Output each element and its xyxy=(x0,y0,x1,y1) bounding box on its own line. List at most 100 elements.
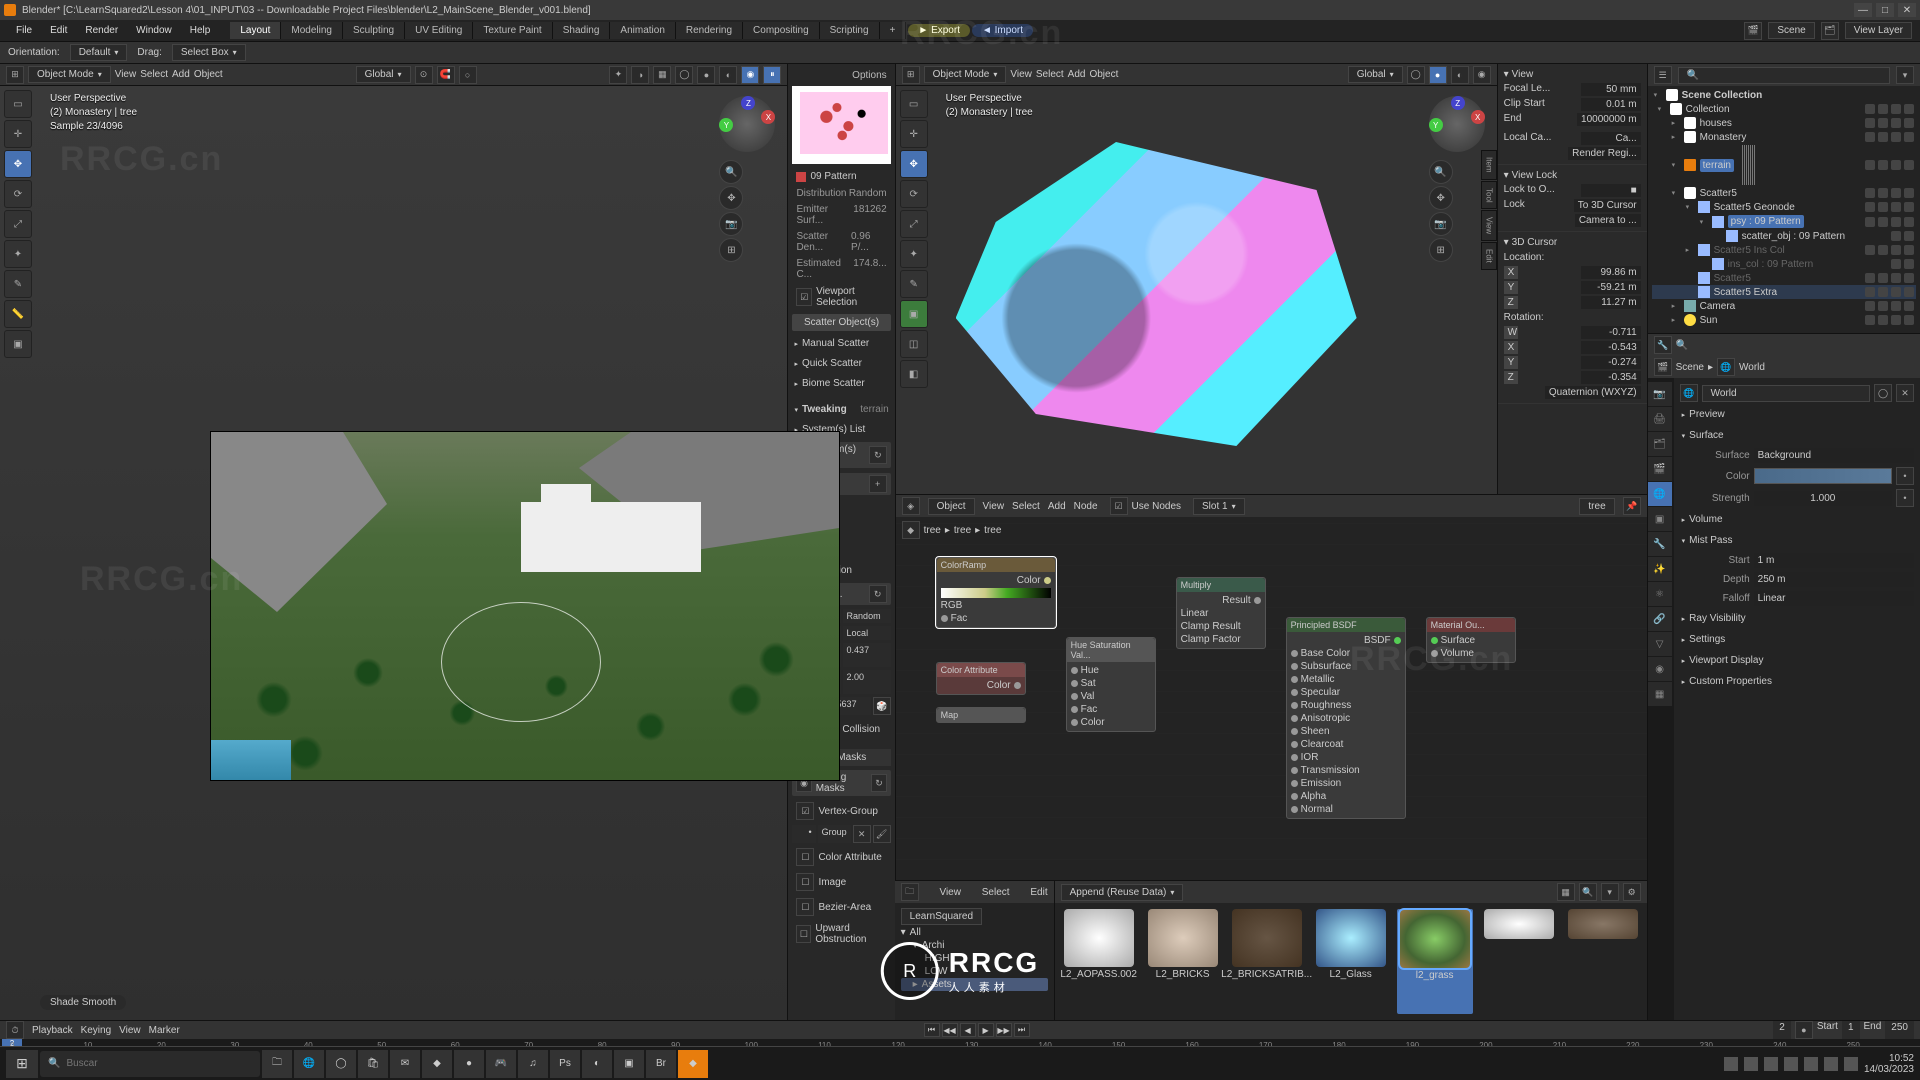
propedit-icon[interactable]: ○ xyxy=(459,66,477,84)
ab-menu-view[interactable]: View xyxy=(939,887,961,898)
nav-camera-r-icon[interactable]: 📷 xyxy=(1429,212,1453,236)
manual-scatter[interactable]: Manual Scatter xyxy=(802,338,869,349)
tray-icon[interactable] xyxy=(1744,1057,1758,1071)
psy-add-icon[interactable]: + xyxy=(869,475,887,493)
path-item-0[interactable]: tree xyxy=(924,525,941,536)
shading-matprev-r-icon[interactable]: ◐ xyxy=(1451,66,1469,84)
world-new-icon[interactable]: ◯ xyxy=(1874,384,1892,402)
scene-collection[interactable]: Scene Collection xyxy=(1682,90,1763,101)
world-mistpass[interactable]: Mist Pass xyxy=(1689,535,1732,546)
tool-scale-icon[interactable]: ⤢ xyxy=(4,210,32,238)
ptab-constraint-icon[interactable]: 🔗 xyxy=(1648,607,1672,631)
workspace-modeling[interactable]: Modeling xyxy=(281,22,343,39)
tray-icon[interactable] xyxy=(1724,1057,1738,1071)
axis-y-icon[interactable]: Y xyxy=(719,118,733,132)
ptab-physics-icon[interactable]: ⚛ xyxy=(1648,582,1672,606)
lockto-value[interactable]: ■ xyxy=(1581,184,1641,197)
outliner-row[interactable]: ▸Camera xyxy=(1652,299,1916,313)
systems-recount-icon[interactable]: ↻ xyxy=(869,446,886,464)
outliner-editor-icon[interactable]: ☰ xyxy=(1654,66,1672,84)
app-spotify-icon[interactable]: ♫ xyxy=(518,1050,548,1078)
scatter-objects-button[interactable]: Scatter Object(s) xyxy=(792,314,890,331)
ptab-viewlayer-icon[interactable]: 🗂 xyxy=(1648,432,1672,456)
localcam-value[interactable]: Ca... xyxy=(1581,132,1641,145)
world-custom[interactable]: Custom Properties xyxy=(1689,676,1772,687)
overlay-toggle-icon[interactable]: ◑ xyxy=(631,66,649,84)
upward-toggle[interactable]: ☐ xyxy=(796,925,811,943)
tool-move-r-icon[interactable]: ✥ xyxy=(900,150,928,178)
ab-filter-icon[interactable]: ▾ xyxy=(1601,883,1619,901)
asset-item[interactable]: L2_AOPASS.002 xyxy=(1061,909,1137,1014)
node-bsdf[interactable]: Principled BSDF BSDF Base Color Subsurfa… xyxy=(1286,617,1406,819)
focal-value[interactable]: 50 mm xyxy=(1581,83,1641,96)
tl-jump-start-icon[interactable]: ⏮ xyxy=(924,1023,940,1037)
asset-item[interactable]: L2_BRICKSATRIB... xyxy=(1229,909,1305,1014)
taskbar-search[interactable]: 🔍 xyxy=(40,1051,260,1077)
world-name[interactable]: World xyxy=(1702,385,1870,402)
app-mail-icon[interactable]: ✉ xyxy=(390,1050,420,1078)
transform-orient-right[interactable]: Global▾ xyxy=(1348,66,1403,83)
ntab-tool[interactable]: Tool xyxy=(1481,181,1497,210)
tweaking-header[interactable]: Tweaking xyxy=(802,404,847,415)
app-edge-icon[interactable]: 🌐 xyxy=(294,1050,324,1078)
outliner-search[interactable]: 🔍 xyxy=(1678,67,1890,84)
ptab-data-icon[interactable]: ▽ xyxy=(1648,632,1672,656)
world-datablock-icon[interactable]: 🌐 xyxy=(1680,384,1698,402)
tl-prev-key-icon[interactable]: ◀◀ xyxy=(942,1023,958,1037)
tl-play-rev-icon[interactable]: ◀ xyxy=(960,1023,976,1037)
ptab-scene-icon[interactable]: 🎬 xyxy=(1648,457,1672,481)
path-home-icon[interactable]: ◆ xyxy=(902,521,920,539)
world-volume[interactable]: Volume xyxy=(1689,514,1722,525)
tool-measure-icon[interactable]: 📏 xyxy=(4,300,32,328)
app-br-icon[interactable]: Br xyxy=(646,1050,676,1078)
scatter-color-swatch[interactable] xyxy=(796,172,806,182)
ab-tree-all[interactable]: All xyxy=(910,927,921,938)
app-ps-icon[interactable]: Ps xyxy=(550,1050,580,1078)
tool-addcube-icon[interactable]: ▣ xyxy=(4,330,32,358)
lock-3dcursor[interactable]: To 3D Cursor xyxy=(1574,199,1641,212)
ab-import-mode[interactable]: Append (Reuse Data)▾ xyxy=(1061,884,1184,901)
np-view-header[interactable]: View xyxy=(1512,69,1534,80)
outliner-row[interactable]: ▾Scatter5 xyxy=(1652,186,1916,200)
tool-annotate-icon[interactable]: ✎ xyxy=(4,270,32,298)
clipend-value[interactable]: 10000000 m xyxy=(1577,113,1641,126)
ptab-material-icon[interactable]: ◉ xyxy=(1648,657,1672,681)
tl-menu-view[interactable]: View xyxy=(119,1025,141,1036)
rot-x[interactable]: -0.543 xyxy=(1581,341,1641,354)
ptab-particles-icon[interactable]: ✨ xyxy=(1648,557,1672,581)
tool-addcube-r-icon[interactable]: ▣ xyxy=(900,300,928,328)
outliner-row[interactable]: ins_col : 09 Pattern xyxy=(1652,257,1916,271)
pause-render-icon[interactable]: ⏸ xyxy=(763,66,781,84)
tl-current-frame[interactable]: 2 xyxy=(1773,1021,1791,1039)
tray-icon[interactable] xyxy=(1784,1057,1798,1071)
ptab-object-icon[interactable]: ▣ xyxy=(1648,507,1672,531)
ab-tree-assets[interactable]: Assets xyxy=(922,979,952,990)
axis-x-icon[interactable]: X xyxy=(761,110,775,124)
workspace-shading[interactable]: Shading xyxy=(553,22,611,39)
world-unlink-icon[interactable]: ✕ xyxy=(1896,384,1914,402)
props-editor-icon[interactable]: 🔧 xyxy=(1654,336,1672,354)
seed-random-icon[interactable]: 🎲 xyxy=(873,697,891,715)
workspace-compositing[interactable]: Compositing xyxy=(743,22,820,39)
material-name[interactable]: tree xyxy=(1579,498,1614,515)
rot-y[interactable]: -0.274 xyxy=(1581,356,1641,369)
menu-render[interactable]: Render xyxy=(77,23,126,38)
outliner-row[interactable]: ▾terrain xyxy=(1652,144,1916,186)
mode-dropdown-left[interactable]: Object Mode▾ xyxy=(28,66,111,83)
menu-edit[interactable]: Edit xyxy=(42,23,75,38)
close-button[interactable]: ✕ xyxy=(1898,3,1916,17)
strength-value[interactable]: 1.000 xyxy=(1754,491,1892,506)
asset-item[interactable]: L2_Glass xyxy=(1313,909,1389,1014)
nav-persp-r-icon[interactable]: ⊞ xyxy=(1429,238,1453,262)
renderreg-toggle[interactable]: Render Regi... xyxy=(1568,147,1640,160)
space-dropdown[interactable]: Local xyxy=(843,626,891,640)
workspace-add[interactable]: + xyxy=(880,22,907,39)
ne-menu-node[interactable]: Node xyxy=(1074,501,1098,512)
image-toggle[interactable]: ☐ xyxy=(796,873,814,891)
workspace-texturepaint[interactable]: Texture Paint xyxy=(473,22,552,39)
editor-type-icon-r[interactable]: ⊞ xyxy=(902,66,920,84)
rot-mode[interactable]: Quaternion (WXYZ) xyxy=(1545,386,1641,399)
workspace-uvediting[interactable]: UV Editing xyxy=(405,22,473,39)
bc-scene[interactable]: Scene xyxy=(1676,362,1704,373)
xray-icon[interactable]: ▦ xyxy=(653,66,671,84)
